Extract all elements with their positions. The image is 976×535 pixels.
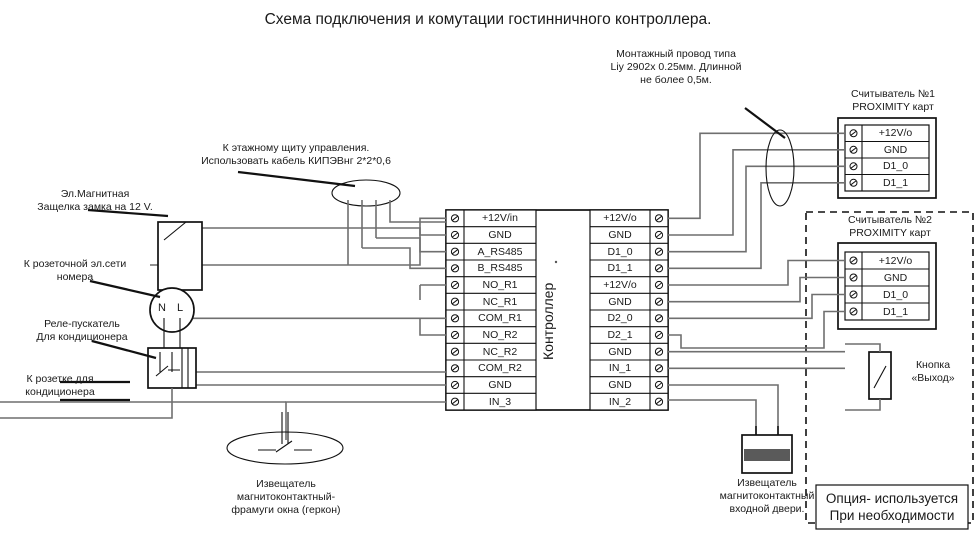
reader2-terminal-d1_0: D1_0 [882, 288, 909, 301]
reader1-terminal-d1_0: D1_0 [882, 160, 909, 173]
annotation-floor-panel: К этажному щиту управления. Использовать… [201, 142, 391, 168]
wires-reader2 [668, 259, 845, 349]
controller-right-terminal-d1_0-2: D1_0 [607, 245, 633, 258]
controller-right-terminal-gnd-8: GND [608, 345, 632, 358]
controller-left-terminal-nc_r1: NC_R1 [482, 295, 518, 308]
controller-right-terminal-+12v/o-4: +12V/o [603, 279, 637, 291]
reader2-terminal-d1_1: D1_1 [882, 305, 909, 318]
annotation-magnetic-latch: Эл.Магнитная Защелка замка на 12 V. [37, 188, 153, 214]
floor-panel-cable-icon [237, 170, 446, 265]
door-magnet-sensor [668, 384, 793, 474]
controller-right-terminal-d1_1-3: D1_1 [607, 262, 633, 275]
cable-bundle-icon [744, 107, 795, 207]
reader2-terminal-+12v/o: +12V/o [878, 254, 913, 267]
diagram-canvas: .w{stroke:#6f6f6f;stroke-width:1.6;fill:… [0, 0, 976, 535]
controller-left-terminal-gnd: GND [488, 379, 512, 391]
controller-right-terminal-in_2-11: IN_2 [608, 395, 632, 408]
controller-left-terminal-com_r1: COM_R1 [478, 312, 522, 325]
option-note-text: Опция- используется При необходимости [825, 491, 959, 523]
exit-button-symbol [845, 343, 892, 411]
controller-left-terminal-no_r2: NO_R2 [482, 329, 518, 341]
reader1-terminal-gnd: GND [883, 143, 908, 156]
controller-name: Контроллер [540, 282, 556, 360]
reader2-title: Считыватель №2 PROXIMITY карт [847, 214, 933, 240]
controller-left-terminal-com_r2: COM_R2 [478, 362, 522, 375]
reader1-terminal-d1_1: D1_1 [882, 176, 909, 189]
reader1-terminal-+12v/o: +12V/o [878, 127, 913, 140]
controller-left-terminal-no_r1: NO_R1 [482, 279, 518, 291]
controller-right-terminal-gnd-1: GND [608, 229, 632, 241]
controller-left-terminal-b_rs485: B_RS485 [477, 262, 523, 275]
controller-left-terminal-a_rs485: A_RS485 [477, 245, 523, 258]
controller-right-terminal-gnd-5: GND [608, 295, 632, 308]
wires-reader1 [668, 132, 845, 270]
controller-right-terminal-+12v/o-0: +12V/o [603, 212, 637, 225]
page-title: Схема подключения и комутации гостинничн… [264, 11, 712, 28]
relay-l-label: L [177, 302, 184, 314]
controller-left-terminal-in_3: IN_3 [488, 395, 512, 408]
annotation-relay-starter: Реле-пускатель Для кондиционера [36, 318, 128, 344]
controller-left-terminal-+12v/in: +12V/in [482, 212, 518, 225]
reader2-terminal-gnd: GND [883, 271, 908, 284]
controller-right-terminal-d2_0-6: D2_0 [607, 312, 633, 325]
controller-right-terminal-d2_1-7: D2_1 [607, 329, 633, 341]
annotation-door-sensor: Извещатель магнитоконтактный входной две… [719, 477, 815, 516]
annotation-window-sensor: Извещатель магнитоконтактный- фрамуги ок… [231, 478, 341, 517]
relay-n-label: N [158, 302, 166, 314]
wires-exit-button [668, 350, 845, 370]
annotation-socket-net: К розеточной эл.сети номера [23, 258, 127, 284]
annotation-socket-ac: К розетке для кондиционера [25, 373, 95, 399]
controller-left-terminal-gnd: GND [488, 229, 512, 241]
annotation-mounting-wire: Монтажный провод типа Liy 2902x 0.25мм. … [610, 48, 742, 87]
controller-right-terminal-gnd-10: GND [608, 379, 632, 391]
controller-right-terminal-in_1-9: IN_1 [608, 362, 632, 375]
window-reed-sensor [226, 412, 344, 465]
annotation-exit-button: Кнопка «Выход» [911, 359, 955, 385]
reader1-title: Считыватель №1 PROXIMITY карт [850, 88, 936, 114]
controller-left-terminal-nc_r2: NC_R2 [482, 345, 518, 358]
